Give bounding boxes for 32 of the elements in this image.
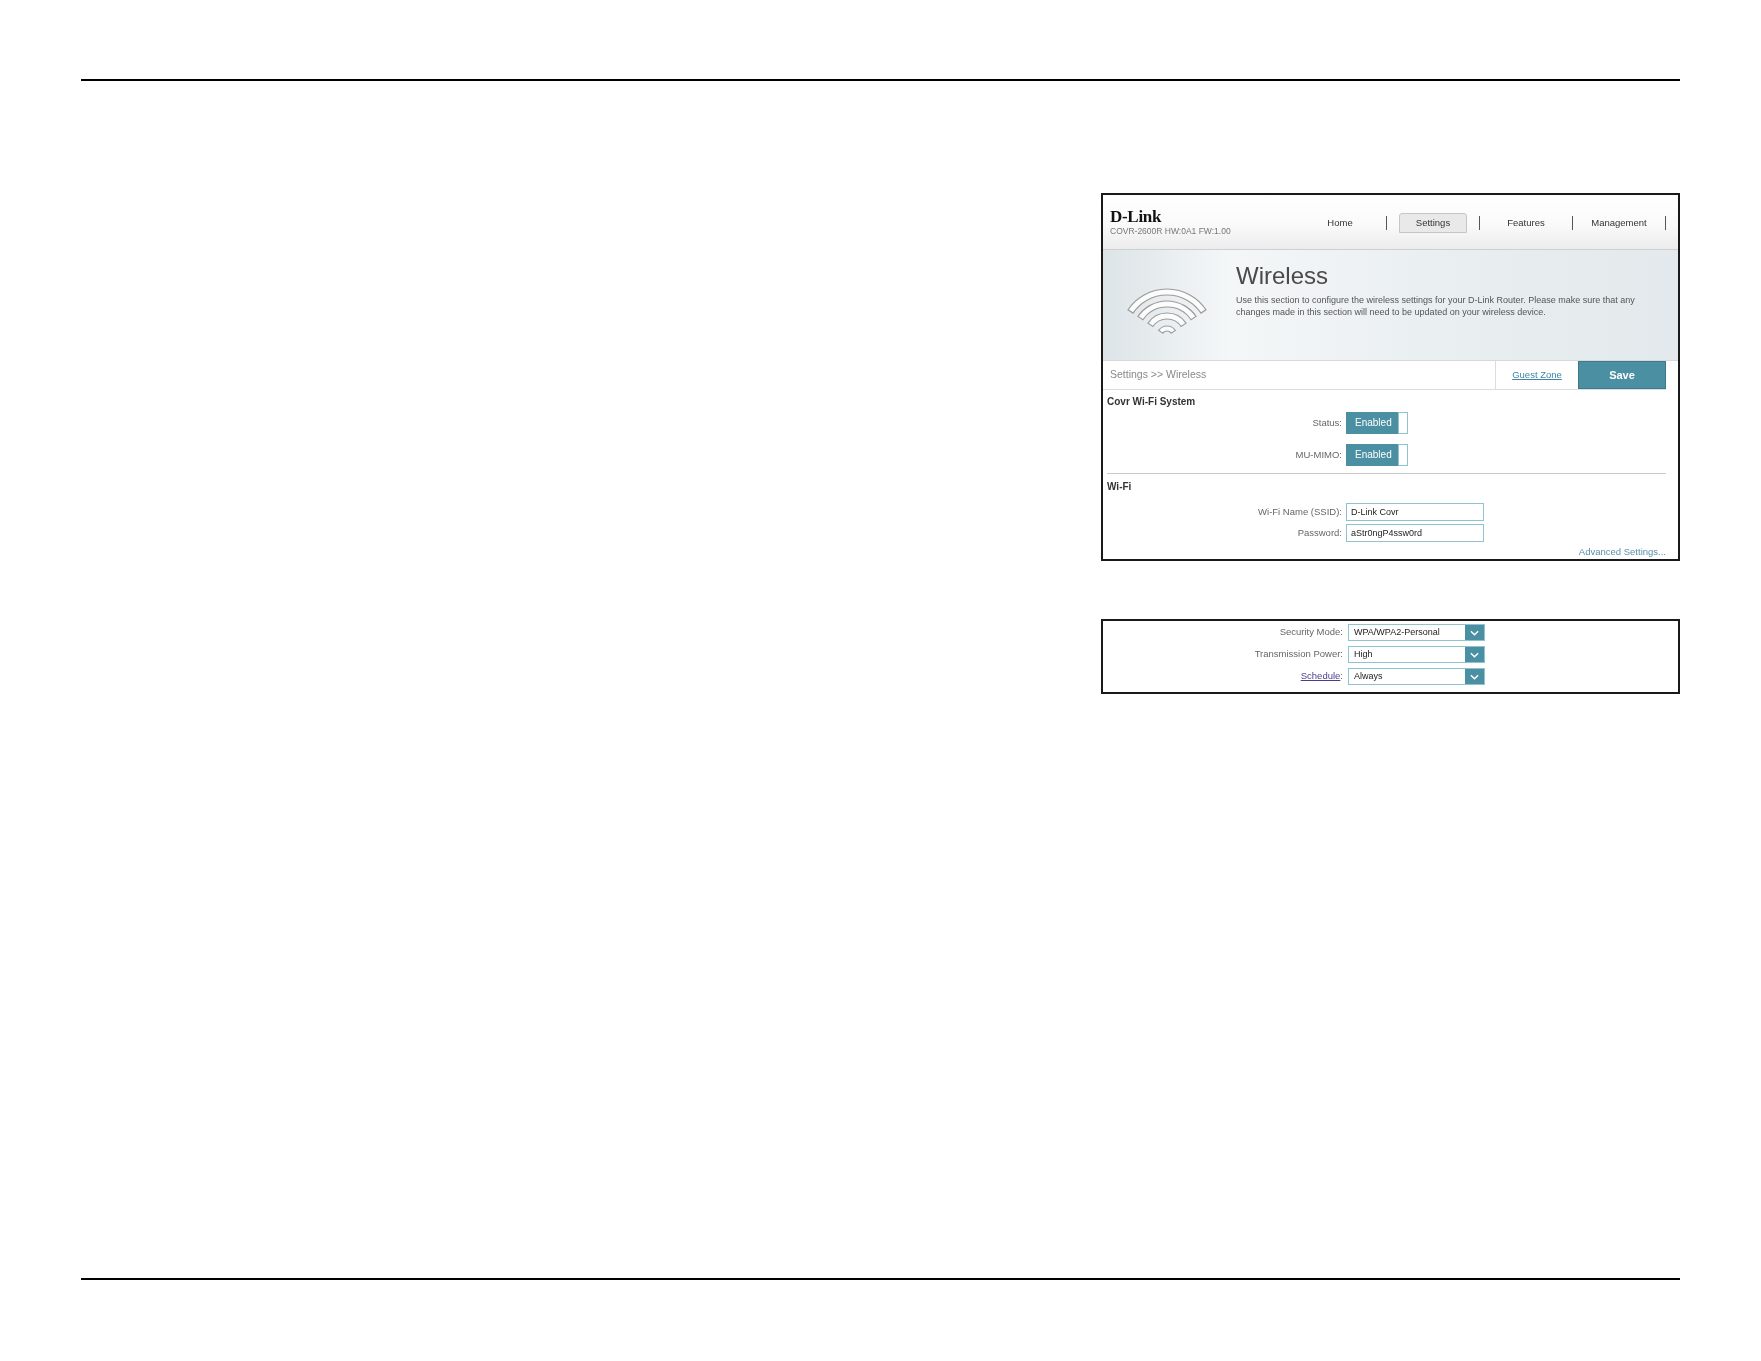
text-field[interactable]: D-Link Covr xyxy=(1346,502,1484,521)
nav-tab[interactable]: Home xyxy=(1306,213,1374,234)
dropdown[interactable]: WPA/WPA2-Personal xyxy=(1348,624,1485,641)
toggle-switch[interactable]: Enabled xyxy=(1346,443,1408,466)
guest-zone-link[interactable]: Guest Zone xyxy=(1512,367,1562,382)
field-label: Password: xyxy=(1297,525,1342,540)
section-title: Wi-Fi xyxy=(1107,480,1132,493)
field-label: Wi-Fi Name (SSID): xyxy=(1258,504,1342,519)
advanced-settings-link[interactable]: Advanced Settings... xyxy=(1578,544,1666,559)
chevron-down-icon[interactable] xyxy=(1465,647,1484,662)
text-field[interactable]: aStr0ngP4ssw0rd xyxy=(1346,523,1484,542)
field-label: Security Mode: xyxy=(1279,625,1343,640)
field-label: MU-MIMO: xyxy=(1295,447,1342,462)
wifi-icon xyxy=(1127,287,1207,335)
dropdown[interactable]: High xyxy=(1348,646,1485,663)
field-label: Schedule: xyxy=(1300,669,1343,684)
page-description: Use this section to configure the wireless settings for your D-Link Router. Please make sure that any changes made in this section will need to be updated on your wireless device. xyxy=(1236,293,1636,318)
device-info-text: COVR-2600R HW:0A1 FW:1.00 xyxy=(1110,226,1231,238)
page-title: Wireless xyxy=(1236,261,1328,290)
dropdown[interactable]: Always xyxy=(1348,668,1485,685)
field-label: Status: xyxy=(1312,415,1342,430)
nav-tab[interactable]: Features xyxy=(1492,213,1560,234)
field-label: Transmission Power: xyxy=(1254,647,1343,662)
save-button[interactable]: Save xyxy=(1578,360,1666,389)
chevron-down-icon[interactable] xyxy=(1465,669,1484,684)
section-title: Covr Wi-Fi System xyxy=(1107,395,1196,408)
breadcrumb-text: Settings >> Wireless xyxy=(1110,366,1207,382)
nav-tab[interactable]: Management xyxy=(1585,213,1653,234)
toggle-switch[interactable]: Enabled xyxy=(1346,411,1408,434)
nav-tab[interactable]: Settings xyxy=(1399,213,1467,234)
brand-logo: D-Link xyxy=(1110,208,1162,227)
chevron-down-icon[interactable] xyxy=(1465,625,1484,640)
